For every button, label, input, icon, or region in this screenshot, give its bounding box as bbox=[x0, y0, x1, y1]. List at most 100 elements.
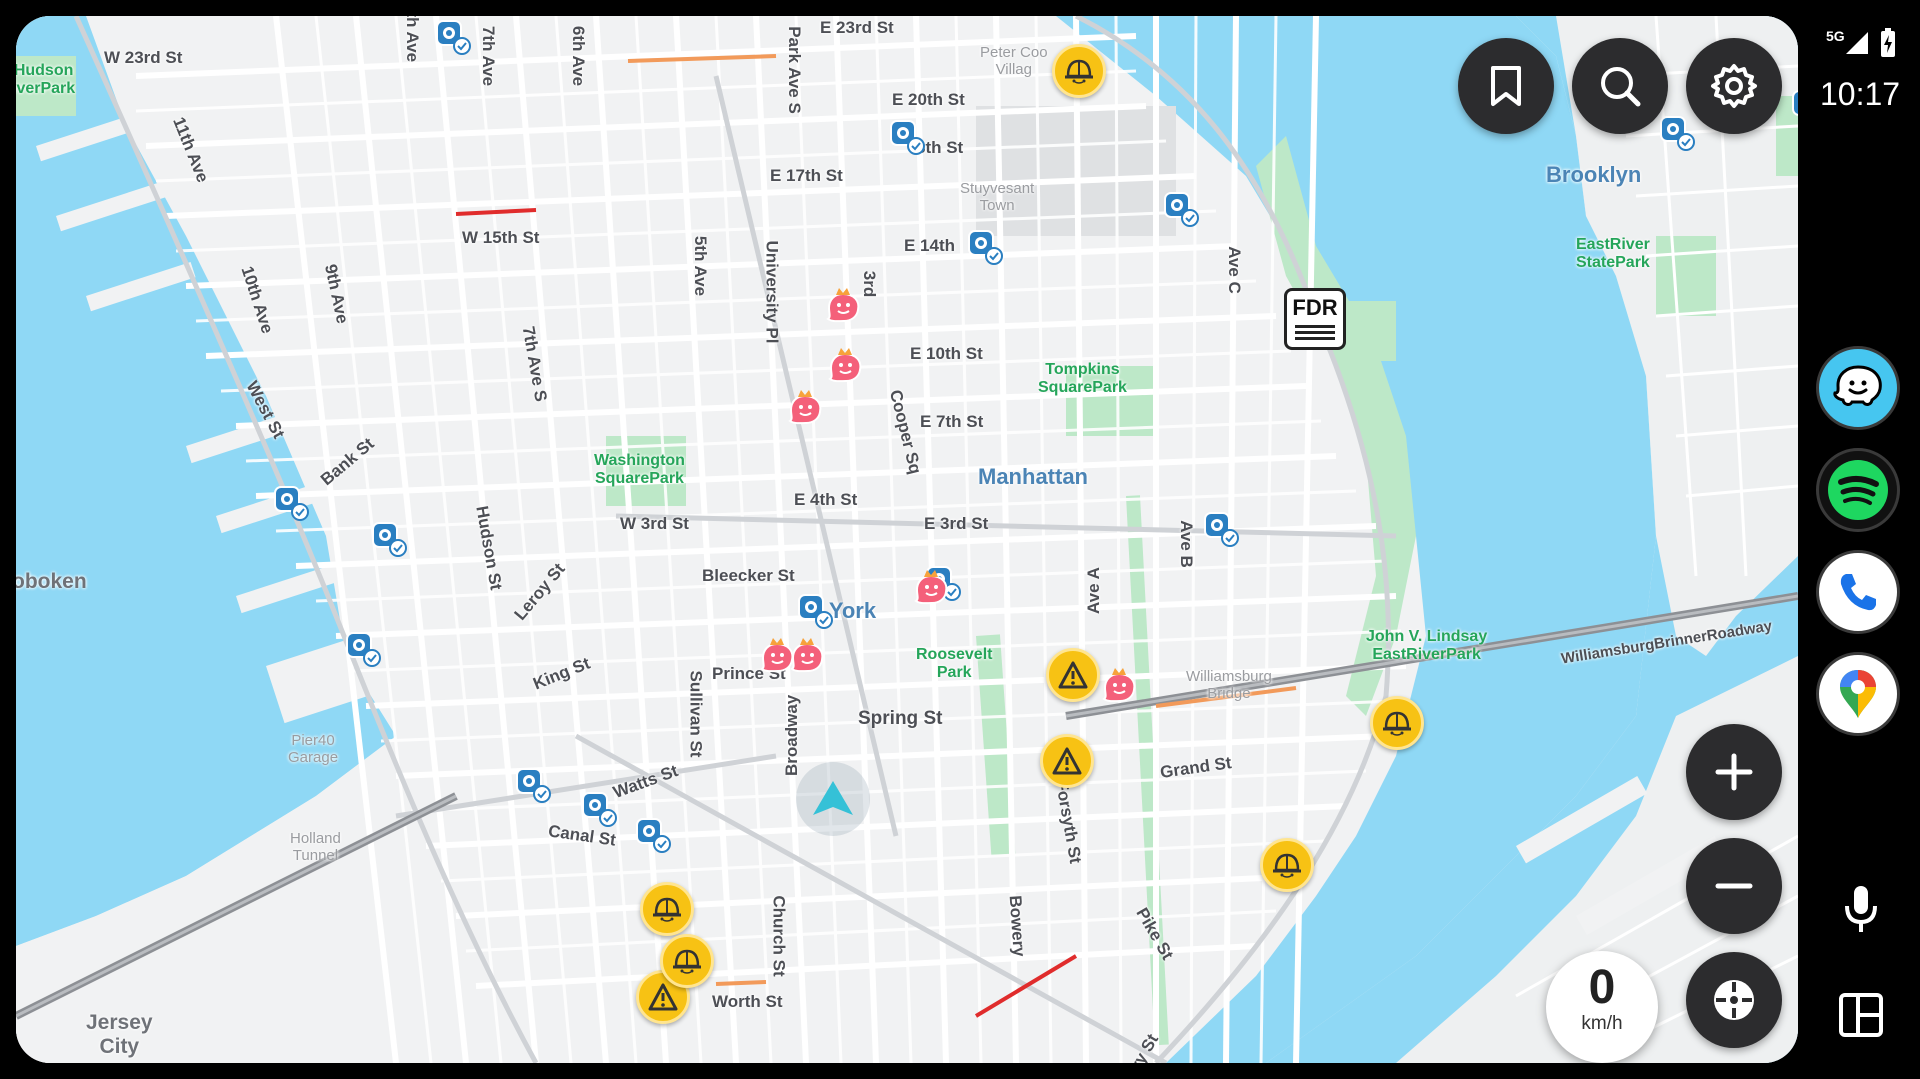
police-report-icon bbox=[912, 568, 950, 606]
park-label-washington-square: Washington SquarePark bbox=[594, 452, 685, 487]
speed-value: 0 bbox=[1588, 961, 1616, 1014]
current-location-arrow bbox=[796, 762, 870, 836]
spotify-icon bbox=[1828, 460, 1888, 520]
map-view[interactable]: Hudson iverPark Washington SquarePark To… bbox=[16, 16, 1798, 1063]
area-label-jersey-city: Jersey City bbox=[86, 1011, 153, 1058]
street-label: Park Ave S bbox=[784, 26, 804, 114]
street-label: Sullivan St bbox=[686, 670, 706, 758]
street-label: Bleecker St bbox=[702, 566, 795, 585]
app-rail: 5G 10:17 bbox=[1800, 0, 1920, 1079]
phone-icon bbox=[1840, 574, 1876, 611]
app-phone[interactable] bbox=[1816, 550, 1900, 634]
area-label-manhattan: Manhattan bbox=[978, 464, 1088, 489]
place-label-holland-tunnel: Holland Tunnel bbox=[290, 830, 341, 864]
police-report-icon bbox=[824, 286, 862, 324]
signal-icon bbox=[1846, 32, 1868, 54]
speed-camera-icon bbox=[274, 486, 310, 522]
street-label: Worth St bbox=[712, 992, 783, 1011]
hazard-alert-icon bbox=[1040, 734, 1094, 788]
gear-icon bbox=[1711, 64, 1757, 108]
search-icon bbox=[1601, 67, 1641, 107]
street-label: W 23rd St bbox=[104, 48, 183, 67]
park-label-tompkins-square: Tompkins SquarePark bbox=[1038, 361, 1127, 396]
street-label: E 14th bbox=[904, 236, 956, 255]
dashboard-layout-icon[interactable] bbox=[1838, 992, 1884, 1038]
hazard-alert-icon bbox=[1046, 648, 1100, 702]
police-report-icon bbox=[786, 388, 824, 426]
street-label: Spring St bbox=[858, 708, 943, 729]
speed-camera-icon bbox=[636, 818, 672, 854]
place-label-williamsburg-bridge: Williamsburg Bridge bbox=[1186, 668, 1272, 702]
place-label-pier40: Pier40 Garage bbox=[288, 732, 339, 766]
construction-alert-icon bbox=[660, 934, 714, 988]
plus-icon bbox=[1715, 753, 1753, 791]
street-label: 3rd bbox=[860, 270, 880, 298]
minus-icon bbox=[1715, 883, 1753, 889]
street-label: Ave B bbox=[1176, 520, 1196, 568]
clock: 10:17 bbox=[1820, 76, 1901, 112]
network-type: 5G bbox=[1826, 28, 1845, 44]
street-label: 5th Ave bbox=[691, 235, 711, 297]
construction-alert-icon bbox=[640, 882, 694, 936]
street-label: 7th Ave bbox=[479, 25, 499, 87]
speed-unit: km/h bbox=[1581, 1013, 1623, 1034]
speed-camera-icon bbox=[436, 20, 472, 56]
construction-alert-icon bbox=[1370, 696, 1424, 750]
place-label-stuyvesant-town: Stuyvesant Town bbox=[960, 180, 1035, 214]
map-canvas[interactable] bbox=[16, 16, 1798, 1063]
construction-alert-icon bbox=[1260, 838, 1314, 892]
street-label: 6th Ave bbox=[569, 25, 589, 87]
street-label: University Pl bbox=[762, 240, 782, 344]
compass-icon bbox=[1714, 980, 1754, 1020]
street-label: Bowery bbox=[1005, 894, 1029, 958]
street-label: E 3rd St bbox=[924, 514, 989, 533]
place-label-peter-cooper: Peter Coo Villag bbox=[980, 44, 1048, 78]
street-label: E 7th St bbox=[920, 412, 984, 431]
speed-camera-icon bbox=[1792, 90, 1798, 126]
speed-camera-icon bbox=[1204, 512, 1240, 548]
street-label: E 10th St bbox=[910, 344, 983, 363]
speed-camera-icon bbox=[968, 230, 1004, 266]
waze-icon bbox=[1833, 365, 1882, 406]
street-label: 8th Ave bbox=[403, 16, 423, 63]
park-label-roosevelt: Roosevelt Park bbox=[916, 646, 993, 681]
construction-alert-icon bbox=[1052, 44, 1106, 98]
app-spotify[interactable] bbox=[1816, 448, 1900, 532]
recenter-button[interactable] bbox=[1686, 952, 1782, 1048]
speed-camera-icon bbox=[346, 632, 382, 668]
police-report-icon bbox=[826, 346, 864, 384]
street-label: Ave C bbox=[1224, 246, 1244, 294]
speed-camera-icon bbox=[582, 792, 618, 828]
street-label: E 23rd St bbox=[820, 18, 894, 37]
route-shield-fdr: FDR bbox=[1284, 288, 1346, 350]
street-label: E 4th St bbox=[794, 490, 858, 509]
street-label: E 20th St bbox=[892, 90, 965, 109]
settings-button[interactable] bbox=[1686, 38, 1782, 134]
saved-places-button[interactable] bbox=[1458, 38, 1554, 134]
area-label-hoboken: oboken bbox=[16, 570, 87, 593]
speed-camera-icon bbox=[1660, 116, 1696, 152]
google-maps-icon bbox=[1840, 670, 1876, 718]
street-label: E 17th St bbox=[770, 166, 843, 185]
bookmark-icon bbox=[1491, 66, 1521, 106]
speed-camera-icon bbox=[372, 522, 408, 558]
zoom-in-button[interactable] bbox=[1686, 724, 1782, 820]
park-label-hudson: Hudson iverPark bbox=[16, 62, 76, 97]
search-button[interactable] bbox=[1572, 38, 1668, 134]
app-waze[interactable] bbox=[1816, 346, 1900, 430]
speedometer: 0 km/h bbox=[1546, 951, 1658, 1063]
park-label-east-river: John V. Lindsay EastRiverPark bbox=[1366, 628, 1488, 663]
park-label-east-river-state: EastRiver StatePark bbox=[1576, 236, 1650, 271]
speed-camera-icon bbox=[890, 120, 926, 156]
app-maps[interactable] bbox=[1816, 652, 1900, 736]
battery-icon bbox=[1881, 28, 1895, 57]
speed-camera-icon bbox=[798, 594, 834, 630]
zoom-out-button[interactable] bbox=[1686, 838, 1782, 934]
microphone-icon[interactable] bbox=[1844, 884, 1878, 936]
area-label-brooklyn: Brooklyn bbox=[1546, 162, 1642, 187]
police-report-icon bbox=[1100, 666, 1138, 704]
speed-camera-icon bbox=[1164, 192, 1200, 228]
speed-camera-icon bbox=[516, 768, 552, 804]
street-label: W 3rd St bbox=[620, 514, 689, 533]
police-report-icon bbox=[788, 636, 826, 674]
